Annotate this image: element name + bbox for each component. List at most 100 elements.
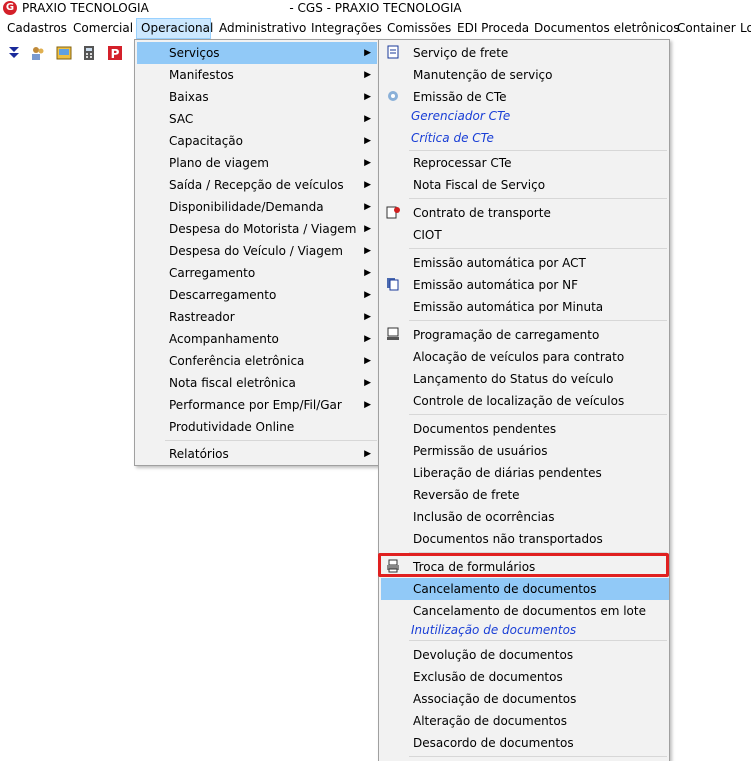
submenu-arrow-icon: ▶	[364, 224, 371, 234]
submenu-arrow-icon: ▶	[364, 158, 371, 168]
servicos-submenu: Serviço de frete Manutenção de serviço E…	[378, 39, 670, 761]
menu-item-capacitacao[interactable]: Capacitação ▶	[137, 130, 377, 152]
menu-item-relatorios[interactable]: Relatórios ▶	[137, 443, 377, 465]
menu-more[interactable]: Lo	[736, 18, 751, 39]
submenu-arrow-icon: ▶	[364, 334, 371, 344]
submenu-arrow-icon: ▶	[364, 290, 371, 300]
window-title: - CGS - PRAXIO TECNOLOGIA	[289, 1, 462, 15]
menu-separator	[409, 320, 667, 321]
menu-item-contrato-transporte[interactable]: Contrato de transporte	[381, 202, 669, 224]
menu-item-emissao-nf[interactable]: Emissão automática por NF	[381, 274, 669, 296]
menu-item-sac[interactable]: SAC ▶	[137, 108, 377, 130]
menu-item-acompanhamento[interactable]: Acompanhamento ▶	[137, 328, 377, 350]
submenu-arrow-icon: ▶	[364, 136, 371, 146]
submenu-arrow-icon: ▶	[364, 400, 371, 410]
menu-item-devolucao-documentos[interactable]: Devolução de documentos	[381, 644, 669, 666]
menu-item-rastreador[interactable]: Rastreador ▶	[137, 306, 377, 328]
menu-item-alocacao-veiculos[interactable]: Alocação de veículos para contrato	[381, 346, 669, 368]
submenu-arrow-icon: ▶	[364, 449, 371, 459]
menu-item-controle-localizacao[interactable]: Controle de localização de veículos	[381, 390, 669, 412]
document-icon	[385, 45, 401, 61]
menu-item-performance[interactable]: Performance por Emp/Fil/Gar ▶	[137, 394, 377, 416]
computer-icon	[385, 327, 401, 343]
submenu-arrow-icon: ▶	[364, 378, 371, 388]
calculator-icon[interactable]	[81, 45, 97, 61]
menu-item-servico-frete[interactable]: Serviço de frete	[381, 42, 669, 64]
menu-comissoes[interactable]: Comissões	[383, 18, 455, 39]
menu-item-produtividade[interactable]: Produtividade Online	[137, 416, 377, 438]
menu-item-ciot[interactable]: CIOT	[381, 224, 669, 246]
menu-item-exclusao-documentos[interactable]: Exclusão de documentos	[381, 666, 669, 688]
menu-item-permissao-usuarios[interactable]: Permissão de usuários	[381, 440, 669, 462]
menu-separator	[409, 756, 667, 757]
menu-item-emissao-cte[interactable]: Emissão de CTe	[381, 86, 669, 108]
menu-item-inutilizacao-documentos[interactable]: Inutilização de documentos	[381, 620, 669, 640]
menu-item-cancelamento-documentos[interactable]: Cancelamento de documentos	[381, 578, 669, 600]
submenu-arrow-icon: ▶	[364, 246, 371, 256]
submenu-arrow-icon: ▶	[364, 92, 371, 102]
menu-item-carregamento[interactable]: Carregamento ▶	[137, 262, 377, 284]
submenu-arrow-icon: ▶	[364, 202, 371, 212]
menu-item-critica-cte[interactable]: Crítica de CTe	[381, 128, 669, 148]
menu-item-programacao-carregamento[interactable]: Programação de carregamento	[381, 324, 669, 346]
menu-item-emissao-minuta[interactable]: Emissão automática por Minuta	[381, 296, 669, 318]
menu-item-gerenciador-cte[interactable]: Gerenciador CTe	[381, 106, 669, 126]
menu-item-nota-fiscal-servico[interactable]: Nota Fiscal de Serviço	[381, 174, 669, 196]
cte-icon	[385, 89, 401, 105]
svg-text:P: P	[111, 47, 120, 61]
menu-item-desacordo-documentos[interactable]: Desacordo de documentos	[381, 732, 669, 754]
menu-item-despesa-motorista[interactable]: Despesa do Motorista / Viagem ▶	[137, 218, 377, 240]
menu-item-disponibilidade[interactable]: Disponibilidade/Demanda ▶	[137, 196, 377, 218]
menu-item-documentos-nao-transportados[interactable]: Documentos não transportados	[381, 528, 669, 550]
menu-item-inclusao-ocorrencias[interactable]: Inclusão de ocorrências	[381, 506, 669, 528]
menu-item-conferencia[interactable]: Conferência eletrônica ▶	[137, 350, 377, 372]
menu-cadastros[interactable]: Cadastros	[3, 18, 71, 39]
contract-icon	[385, 205, 401, 221]
menu-item-nota-fiscal[interactable]: Nota fiscal eletrônica ▶	[137, 372, 377, 394]
collapse-icon[interactable]	[6, 45, 22, 61]
menu-item-alteracao-documentos[interactable]: Alteração de documentos	[381, 710, 669, 732]
operacional-menu: Serviços ▶ Manifestos ▶ Baixas ▶ SAC ▶ Capac…	[134, 39, 380, 466]
menu-separator	[409, 198, 667, 199]
menu-item-documentos-pendentes[interactable]: Documentos pendentes	[381, 418, 669, 440]
submenu-arrow-icon: ▶	[364, 312, 371, 322]
menu-administrativo[interactable]: Administrativo	[215, 18, 310, 39]
menu-separator	[409, 640, 667, 641]
menu-item-liberacao-diarias[interactable]: Liberação de diárias pendentes	[381, 462, 669, 484]
submenu-arrow-icon: ▶	[364, 114, 371, 124]
menu-item-despesa-veiculo[interactable]: Despesa do Veículo / Viagem ▶	[137, 240, 377, 262]
menu-item-emissao-act[interactable]: Emissão automática por ACT	[381, 252, 669, 274]
menu-integracoes[interactable]: Integrações	[307, 18, 386, 39]
menu-item-manifestos[interactable]: Manifestos ▶	[137, 64, 377, 86]
highlight-callout	[378, 553, 669, 577]
menu-item-reversao-frete[interactable]: Reversão de frete	[381, 484, 669, 506]
menu-edi-proceda[interactable]: EDI Proceda	[453, 18, 533, 39]
menu-item-descarregamento[interactable]: Descarregamento ▶	[137, 284, 377, 306]
menu-item-servicos[interactable]: Serviços ▶	[137, 42, 377, 64]
menu-separator	[409, 248, 667, 249]
menu-item-manutencao-servico[interactable]: Manutenção de serviço	[381, 64, 669, 86]
users-icon[interactable]	[30, 45, 46, 61]
menu-operacional[interactable]: Operacional	[136, 18, 213, 39]
menu-container[interactable]: Container	[673, 18, 740, 39]
menu-item-cancelamento-lote[interactable]: Cancelamento de documentos em lote	[381, 600, 669, 622]
submenu-arrow-icon: ▶	[364, 180, 371, 190]
menu-documentos-eletronicos[interactable]: Documentos eletrônicos	[530, 18, 684, 39]
menu-item-associacao-documentos[interactable]: Associação de documentos	[381, 688, 669, 710]
menu-item-reprocessar-cte[interactable]: Reprocessar CTe	[381, 152, 669, 174]
menu-separator	[409, 150, 667, 151]
praxio-p-icon[interactable]: P	[107, 45, 123, 61]
submenu-arrow-icon: ▶	[364, 70, 371, 80]
menu-item-baixas[interactable]: Baixas ▶	[137, 86, 377, 108]
menu-item-plano-viagem[interactable]: Plano de viagem ▶	[137, 152, 377, 174]
submenu-arrow-icon: ▶	[364, 268, 371, 278]
menu-separator	[409, 414, 667, 415]
menu-item-lancamento-status[interactable]: Lançamento do Status do veículo	[381, 368, 669, 390]
submenu-arrow-icon: ▶	[364, 356, 371, 366]
documents-stack-icon	[385, 277, 401, 293]
title-bar: G PRAXIO TECNOLOGIA - CGS - PRAXIO TECNO…	[0, 0, 751, 17]
menu-item-saida-recepcao[interactable]: Saída / Recepção de veículos ▶	[137, 174, 377, 196]
menu-comercial[interactable]: Comercial	[69, 18, 137, 39]
menu-bar: Cadastros Comercial Operacional Administ…	[0, 18, 751, 39]
image-icon[interactable]	[56, 45, 72, 61]
